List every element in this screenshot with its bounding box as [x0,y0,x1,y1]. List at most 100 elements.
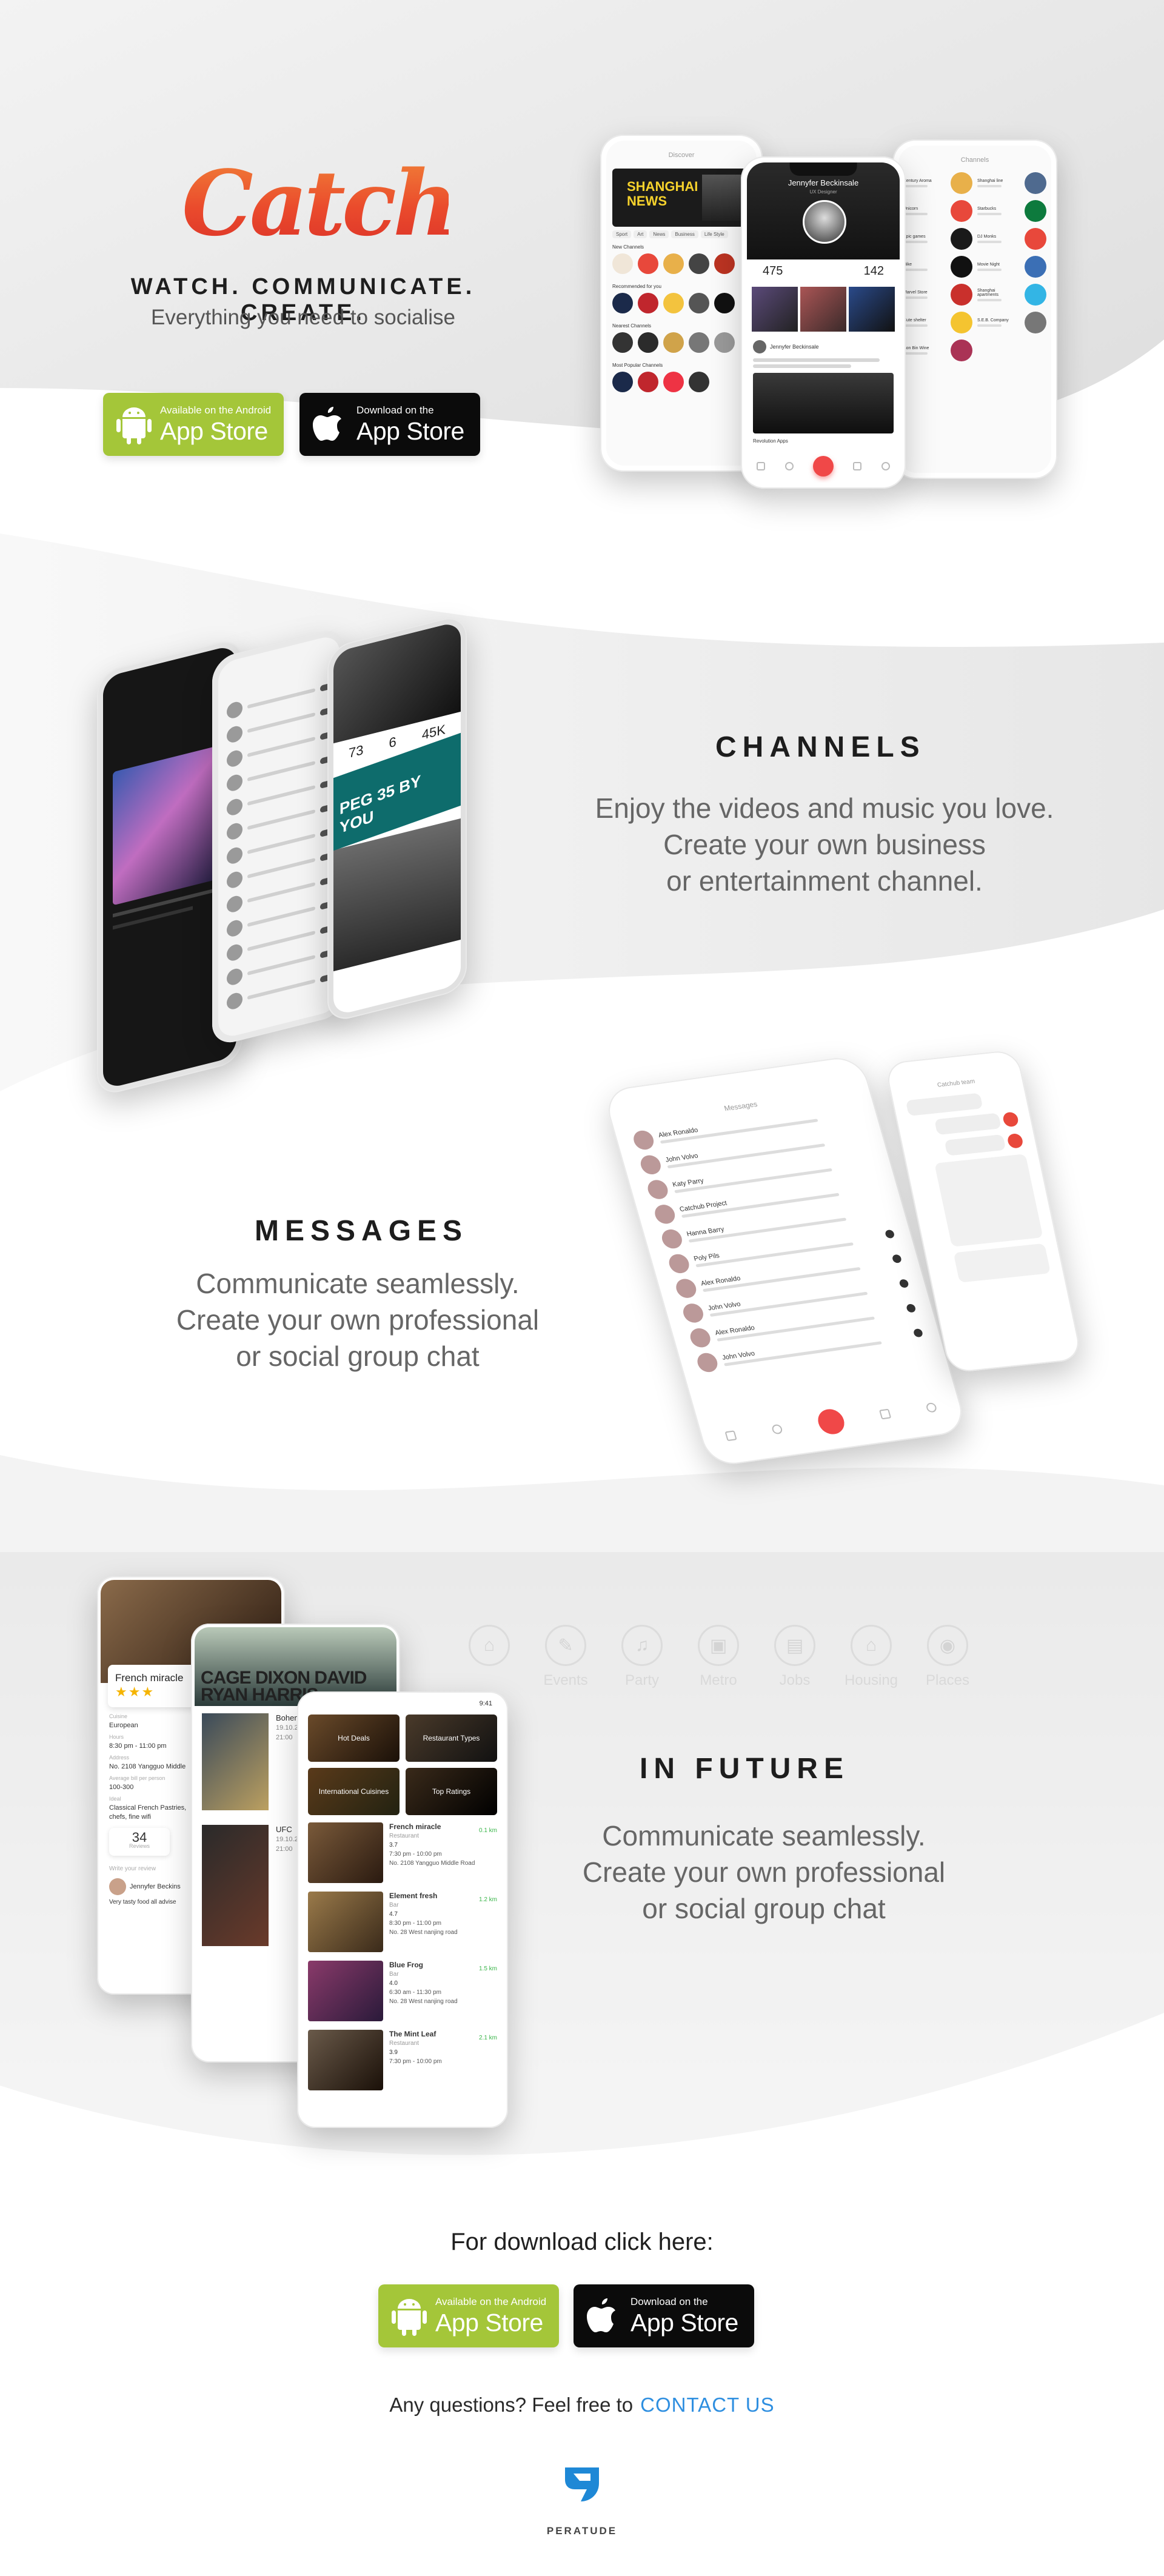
channels-screen: Channels Century Aroma Shanghai line Unico… [898,146,1051,473]
msg-nav-activity-icon[interactable] [878,1408,892,1420]
category-tile[interactable]: International Cuisines [308,1768,400,1815]
messages-description: Communicate seamlessly. Create your own … [91,1265,624,1374]
channel-name: Marvel Store [903,290,928,295]
channel-avatar [1025,312,1046,333]
nav-chat-icon[interactable] [784,462,794,470]
channel-card[interactable]: Marvel Store [903,284,972,306]
channel-avatar [951,312,972,333]
place-row[interactable]: French miracle Restaurant 3.7 7:30 pm - 10:… [308,1822,497,1883]
hero-phone-profile: Jennyfer Beckinsale UX Designer 475 142 … [741,156,906,489]
footer-android-store-button[interactable]: Available on the Android App Store [378,2284,559,2347]
nav-activity-icon[interactable] [853,462,862,470]
future-phone-places: 9:41 Hot Deals Restaurant Types Internatio… [297,1691,508,2128]
footer-android-small-label: Available on the Android [435,2296,547,2307]
tab-business[interactable]: Business [671,230,698,238]
discover-screen: Discover SHANGHAI NEWS Sport Art News Bu… [606,141,757,466]
nav-main-button[interactable] [812,456,834,477]
brand-stat-2: 6 [389,734,396,751]
tab-news[interactable]: News [649,230,669,238]
following-count: 142 [863,264,884,278]
channel-card[interactable]: S.E.B. Company [977,312,1046,333]
chat-header: Catchub team [937,1078,976,1089]
place-thumbnail [308,2030,383,2090]
future-icon-item: ✎ Events [532,1625,599,1689]
channel-avatar [951,172,972,194]
channel-card[interactable]: Epic games [903,228,972,250]
place-row[interactable]: Blue Frog Bar 4.0 6:30 am - 11:30 pm No. 28 … [308,1961,497,2021]
place-thumbnail [308,1822,383,1883]
channel-card[interactable]: Starbucks [977,200,1046,222]
channel-name: Unicorn [903,207,918,211]
channel-name: Cute shelter [903,318,926,323]
channel-avatar [951,228,972,250]
channel-card[interactable]: DJ Monks [977,228,1046,250]
channel-card[interactable]: Shanghai line [977,172,1046,194]
android-big-label: App Store [160,417,268,445]
place-distance: 2.1 km [478,2035,497,2041]
future-description: Communicate seamlessly. Create your own … [497,1818,1031,1927]
channel-card[interactable]: Movie Night [977,256,1046,278]
android-store-button[interactable]: Available on the Android App Store [103,393,284,456]
category-tile[interactable]: Top Ratings [406,1768,497,1815]
tab-sport[interactable]: Sport [612,230,632,238]
channel-name: Shanghai line [977,179,1003,183]
place-rating: 4.0 [389,1980,398,1987]
unread-badge [905,1303,917,1313]
status-time: 9:41 [479,1700,492,1707]
concert-video [113,743,227,906]
channels-line-2: Create your own business [663,829,986,860]
apple-big-label: App Store [356,417,464,445]
channel-card[interactable]: Nike [903,256,972,278]
apple-store-button[interactable]: Download on the App Store [299,393,480,456]
section-nearest: Nearest Channels [612,323,652,329]
place-address: No. 2108 Yangguo Middle Road [389,1860,475,1867]
place-rating: 3.9 [389,2049,398,2056]
place-address: No. 28 West nanjing road [389,1998,458,2005]
msg-nav-profile-icon[interactable] [925,1402,938,1413]
channel-card[interactable]: Century Aroma [903,172,972,194]
banner-text: SHANGHAI NEWS [627,179,698,209]
msg-nav-chat-icon[interactable] [771,1423,784,1435]
channel-card[interactable]: Bon Bin Wine [903,340,972,361]
reviews-card[interactable]: 34 Reviews [109,1828,170,1856]
channel-name: Nike [903,263,912,267]
channel-card[interactable]: Unicorn [903,200,972,222]
hero-phone-channels: Channels Century Aroma Shanghai line Unico… [892,139,1057,479]
channel-name: Epic games [903,235,926,239]
section-most-popular: Most Popular Channels [612,363,663,368]
msg-nav-main-button[interactable] [815,1407,848,1436]
unread-badge [877,1205,888,1214]
profile-header: Jennyfer Beckinsale UX Designer [747,162,900,259]
hero-subtagline: Everything you need to socialise [151,306,455,329]
footer-apple-store-button[interactable]: Download on the App Store [574,2284,754,2347]
unread-badge [856,1131,867,1140]
calendar-icon: ✎ [545,1625,586,1666]
future-icon-label: Jobs [779,1672,811,1688]
category-tile[interactable]: Hot Deals [308,1715,400,1762]
place-address: No. 28 West nanjing road [389,1929,458,1936]
channel-card[interactable]: Cute shelter [903,312,972,333]
apple-small-label: Download on the [356,404,434,416]
channels-line-3: or entertainment channel. [666,865,983,897]
channel-avatar [1025,228,1046,250]
questions-line: Any questions? Feel free to CONTACT US [0,2394,1164,2417]
place-distance: 0.1 km [478,1827,497,1834]
tab-life-style[interactable]: Life Style [700,230,728,238]
category-tile[interactable]: Restaurant Types [406,1715,497,1762]
tab-art[interactable]: Art [634,230,647,238]
place-distance: 1.5 km [478,1965,497,1972]
contact-avatar [638,1154,663,1176]
contact-us-link[interactable]: CONTACT US [640,2394,774,2416]
unread-badge [898,1279,909,1288]
place-row[interactable]: Element fresh Bar 4.7 8:30 pm - 11:00 pm No.… [308,1892,497,1952]
peratude-logo-icon [565,2467,599,2501]
place-row[interactable]: The Mint Leaf Restaurant 3.9 7:30 pm - 10:0… [308,2030,497,2090]
android-small-label: Available on the Android [160,404,272,416]
nav-home-icon[interactable] [757,462,766,470]
channel-card[interactable]: Shanghai apartments [977,284,1046,306]
category-tiles: Hot Deals Restaurant Types International C… [301,1707,504,1822]
nav-profile-icon[interactable] [881,462,890,470]
android-icon [116,407,152,444]
msg-nav-home-icon[interactable] [724,1430,738,1442]
future-line-2: Create your own professional [582,1856,946,1888]
